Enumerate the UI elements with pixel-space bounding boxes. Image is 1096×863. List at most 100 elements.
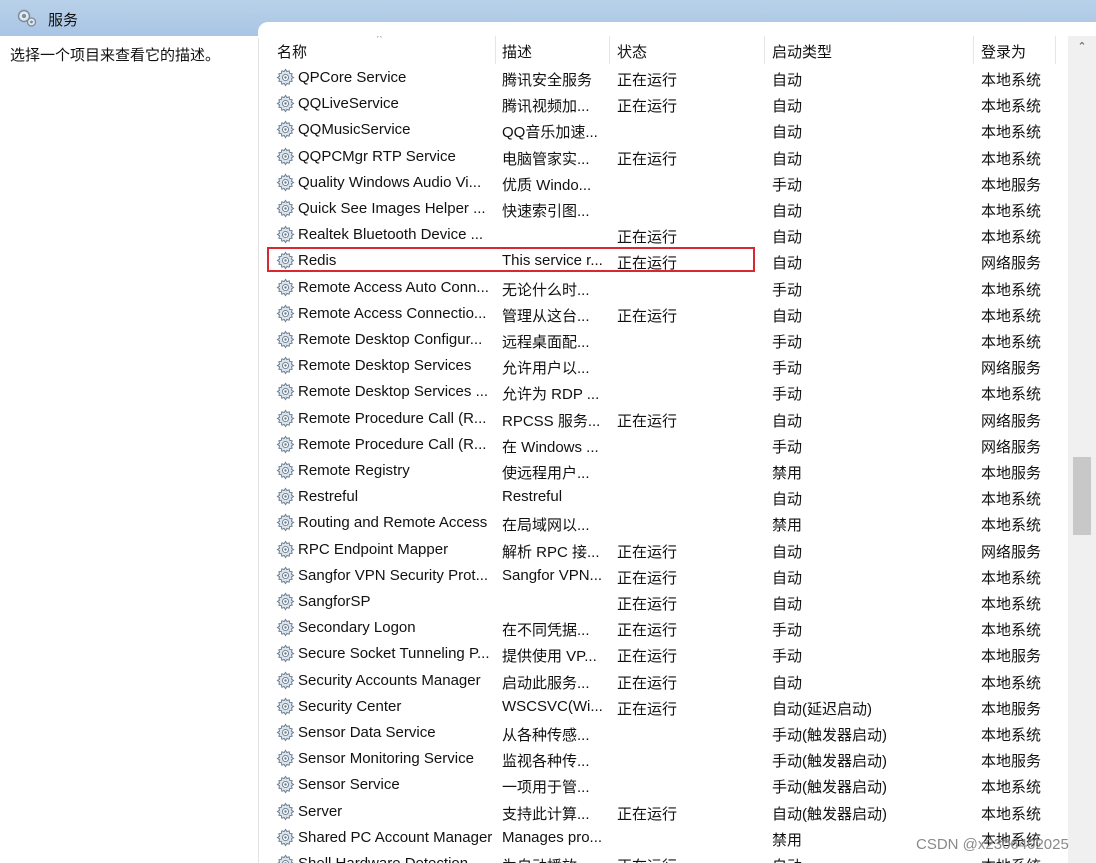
column-header-startup-type[interactable]: 启动类型 [772,41,832,62]
service-status: 正在运行 [617,229,678,247]
service-row[interactable]: Restreful Restreful 自动 本地系统 [259,484,1067,510]
service-log-on-as: 本地系统 [981,203,1042,220]
service-row[interactable]: RPC Endpoint Mapper 解析 RPC 接... 正在运行 自动 网络服务 [259,537,1067,563]
scroll-up-arrow-icon[interactable]: ⌃ [1068,36,1096,58]
column-header-status[interactable]: 状态 [617,41,647,62]
service-row[interactable]: Server 支持此计算... 正在运行 自动(触发器启动) 本地系统 [259,799,1067,825]
service-row[interactable]: Sensor Data Service 从各种传感... 手动(触发器启动) 本地系统 [259,720,1067,746]
service-gear-icon [276,513,295,532]
service-name: Secondary Logon [298,619,416,637]
service-row[interactable]: QPCore Service 腾讯安全服务 正在运行 自动 本地系统 [259,65,1067,91]
service-name: Quality Windows Audio Vi... [298,173,482,191]
service-gear-icon [276,173,295,192]
service-row[interactable]: Remote Desktop Configur... 远程桌面配... 手动 本地系统 [259,327,1067,353]
service-description: 启动此服务... [502,674,590,692]
description-pane: 选择一个项目来查看它的描述。 [0,36,259,863]
service-description: 腾讯安全服务 [502,72,593,89]
service-name: Remote Procedure Call (R... [298,409,487,427]
service-startup-type: 手动 [772,176,803,194]
service-row[interactable]: Secure Socket Tunneling P... 提供使用 VP... 正在… [259,641,1067,667]
service-description: This service r... [502,252,603,270]
service-status: 正在运行 [617,98,678,116]
service-gear-icon [276,147,295,166]
service-description: WSCSVC(Wi... [502,697,603,715]
service-row[interactable]: Sangfor VPN Security Prot... Sangfor VPN.… [259,563,1067,589]
service-row[interactable]: Security Center WSCSVC(Wi... 正在运行 自动(延迟启动) 本… [259,694,1067,720]
vertical-scrollbar[interactable]: ⌃ [1068,36,1096,863]
service-status: 正在运行 [617,805,678,823]
service-gear-icon [276,566,295,585]
service-log-on-as: 本地系统 [981,307,1042,325]
service-log-on-as: 本地系统 [981,229,1042,247]
service-startup-type: 手动 [772,334,803,351]
service-log-on-as: 网络服务 [981,543,1042,561]
service-row[interactable]: Remote Access Auto Conn... 无论什么时... 手动 本地系统 [259,275,1067,301]
scroll-thumb[interactable] [1073,457,1091,535]
service-name: Sensor Service [298,776,400,794]
service-name: Server [298,802,343,820]
service-log-on-as: 网络服务 [981,438,1042,456]
service-log-on-as: 本地系统 [981,150,1042,168]
service-row[interactable]: Routing and Remote Access 在局域网以... 禁用 本地系统 [259,510,1067,536]
service-description: 使远程用户... [502,465,590,482]
service-row[interactable]: QQPCMgr RTP Service 电脑管家实... 正在运行 自动 本地系统 [259,144,1067,170]
service-row[interactable]: Realtek Bluetooth Device ... 正在运行 自动 本地系统 [259,222,1067,248]
service-row[interactable]: SangforSP 正在运行 自动 本地系统 [259,589,1067,615]
service-status: 正在运行 [617,674,678,692]
service-gear-icon [276,671,295,690]
column-divider[interactable] [1055,36,1056,64]
service-row[interactable]: QQMusicService QQ音乐加速... 自动 本地系统 [259,117,1067,143]
service-status: 正在运行 [617,622,678,640]
service-name: Security Center [298,697,402,715]
column-divider[interactable] [495,36,496,64]
service-startup-type: 自动 [772,150,803,168]
service-row[interactable]: Remote Registry 使远程用户... 禁用 本地服务 [259,458,1067,484]
service-gear-icon [276,278,295,297]
service-startup-type: 禁用 [772,517,803,535]
service-startup-type: 禁用 [772,831,803,849]
service-gear-icon [276,592,295,611]
column-header-name[interactable]: 名称 [277,41,307,62]
service-description: 管理从这台... [502,307,590,325]
service-row[interactable]: Sensor Monitoring Service 监视各种传... 手动(触发器启… [259,746,1067,772]
service-row[interactable]: Redis This service r... 正在运行 自动 网络服务 [259,248,1067,274]
service-gear-icon [276,94,295,113]
service-row[interactable]: Secondary Logon 在不同凭据... 正在运行 手动 本地系统 [259,615,1067,641]
service-startup-type: 手动 [772,622,803,640]
service-gear-icon [276,697,295,716]
service-gear-icon [276,304,295,323]
description-placeholder: 选择一个项目来查看它的描述。 [10,47,221,64]
service-row[interactable]: Quality Windows Audio Vi... 优质 Windo... 手动… [259,170,1067,196]
service-name: QQPCMgr RTP Service [298,147,456,165]
service-startup-type: 手动 [772,386,803,404]
service-row[interactable]: Quick See Images Helper ... 快速索引图... 自动 本地系… [259,196,1067,222]
service-row[interactable]: Remote Desktop Services 允许用户以... 手动 网络服务 [259,353,1067,379]
service-gear-icon [276,644,295,663]
service-row[interactable]: Remote Desktop Services ... 允许为 RDP ... 手动… [259,379,1067,405]
service-name: QQMusicService [298,121,411,139]
service-row[interactable]: Remote Procedure Call (R... RPCSS 服务... 正在… [259,406,1067,432]
service-status: 正在运行 [617,569,678,587]
column-divider[interactable] [764,36,765,64]
service-gear-icon [276,461,295,480]
service-log-on-as: 本地系统 [981,386,1042,404]
service-name: Shell Hardware Detection [298,855,468,863]
column-header-description[interactable]: 描述 [502,41,532,62]
service-startup-type: 手动(触发器启动) [772,779,887,797]
service-log-on-as: 本地系统 [981,674,1042,692]
column-header-log-on-as[interactable]: 登录为 [981,41,1026,62]
service-log-on-as: 本地服务 [981,700,1042,718]
service-row[interactable]: Remote Access Connectio... 管理从这台... 正在运行 自动… [259,301,1067,327]
service-status: 正在运行 [617,648,678,666]
service-row[interactable]: Remote Procedure Call (R... 在 Windows ...… [259,432,1067,458]
service-name: RPC Endpoint Mapper [298,540,449,558]
column-divider[interactable] [609,36,610,64]
service-startup-type: 自动 [772,203,803,220]
column-divider[interactable] [973,36,974,64]
service-name: Routing and Remote Access [298,514,488,532]
service-row[interactable]: Sensor Service 一项用于管... 手动(触发器启动) 本地系统 [259,772,1067,798]
service-description: Manages pro... [502,828,603,846]
service-startup-type: 自动(触发器启动) [772,805,887,823]
service-row[interactable]: Security Accounts Manager 启动此服务... 正在运行 自动 本… [259,668,1067,694]
service-row[interactable]: QQLiveService 腾讯视频加... 正在运行 自动 本地系统 [259,91,1067,117]
